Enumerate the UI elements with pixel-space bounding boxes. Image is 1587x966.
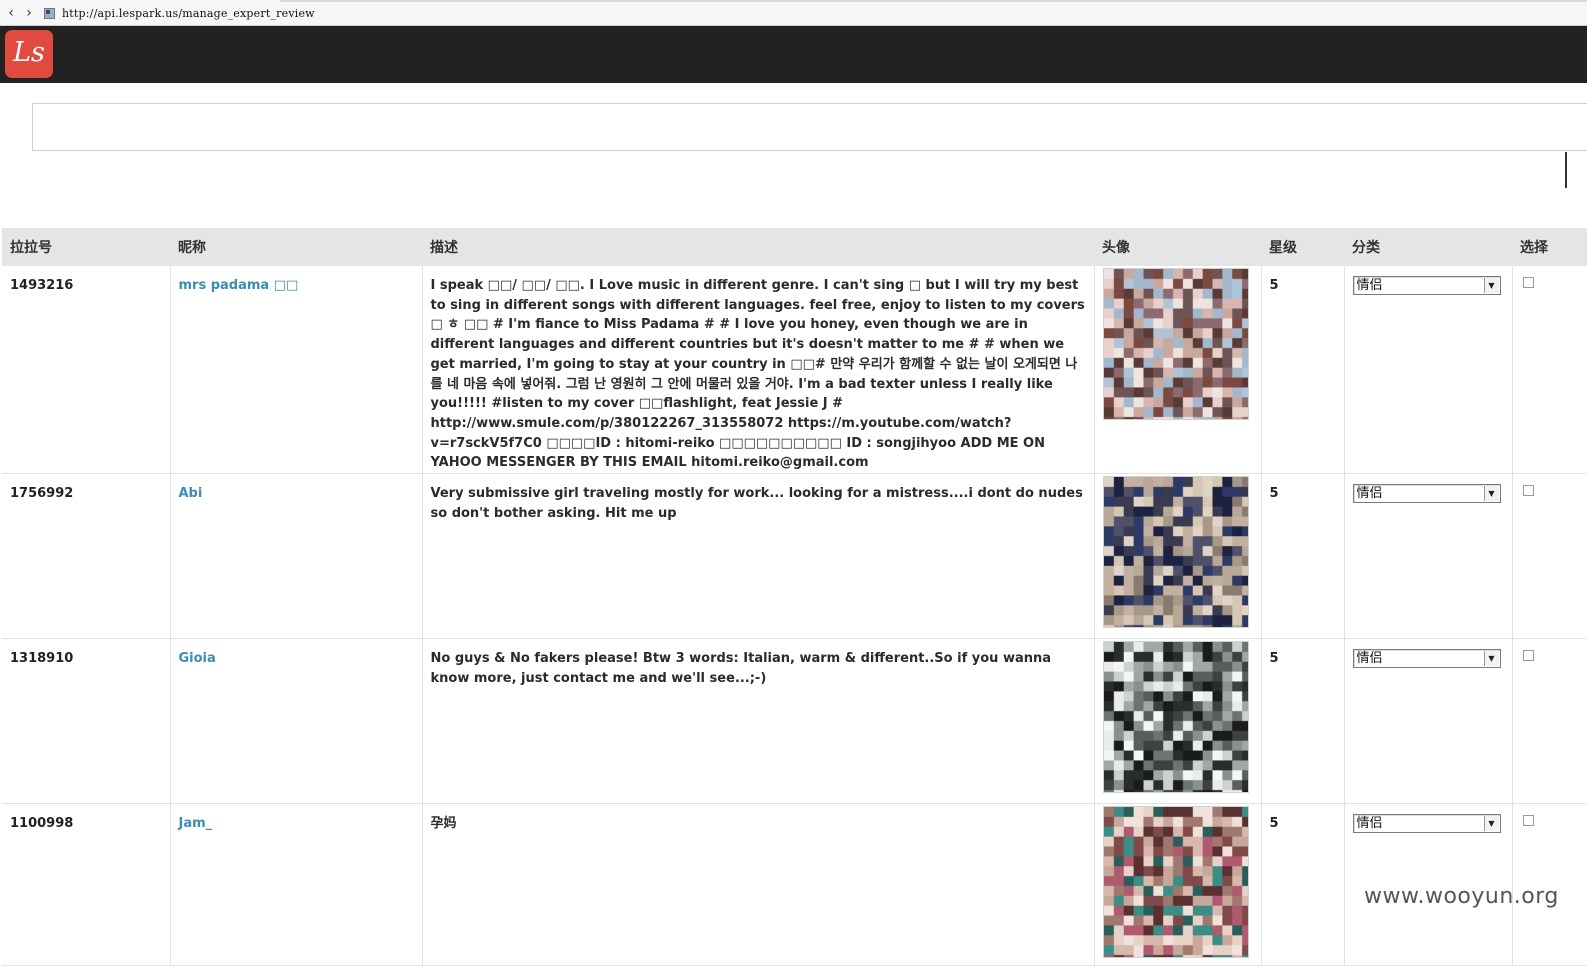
header-avatar: 头像 <box>1094 228 1261 266</box>
avatar-image[interactable] <box>1102 476 1249 629</box>
category-select-value: 情侣 <box>1356 651 1383 667</box>
row-select-checkbox[interactable] <box>1522 485 1534 497</box>
cell-avatar <box>1094 803 1262 966</box>
cell-description: Very submissive girl traveling mostly fo… <box>422 473 1095 640</box>
chevron-down-icon[interactable]: ▼ <box>1483 651 1499 667</box>
category-select-value: 情侣 <box>1356 278 1383 293</box>
cell-id: 1756992 <box>2 473 171 640</box>
nickname-link[interactable]: Gioia <box>179 651 216 666</box>
page-favicon-icon <box>44 8 55 19</box>
category-select[interactable]: 情侣 ▼ <box>1352 649 1501 669</box>
header-category: 分类 <box>1344 228 1512 266</box>
back-arrow-icon[interactable]: ‹ <box>3 4 19 22</box>
row-select-checkbox[interactable] <box>1522 277 1534 288</box>
cell-nickname: Jam_ <box>170 803 423 966</box>
cell-select <box>1512 638 1587 805</box>
avatar-image[interactable] <box>1102 641 1249 794</box>
table-row: 1100998 Jam_ 孕妈 5 情侣 ▼ <box>2 803 1587 966</box>
avatar-image[interactable] <box>1102 806 1249 959</box>
cell-category: 情侣 ▼ <box>1344 473 1513 640</box>
cell-nickname: mrs padama □□ <box>170 266 423 475</box>
category-select[interactable]: 情侣 ▼ <box>1352 276 1501 295</box>
header-description: 描述 <box>422 228 1094 266</box>
cell-avatar <box>1094 638 1262 805</box>
chevron-down-icon[interactable]: ▼ <box>1483 816 1499 832</box>
lespark-logo[interactable]: Ls <box>5 30 53 78</box>
table-header-row: 拉拉号 昵称 描述 头像 星级 分类 选择 <box>2 228 1587 266</box>
cell-category: 情侣 ▼ <box>1344 266 1513 475</box>
header-select: 选择 <box>1512 228 1587 266</box>
url-field[interactable]: http://api.lespark.us/manage_expert_revi… <box>62 7 315 20</box>
cell-avatar <box>1094 266 1262 475</box>
table-row: 1318910 Gioia No guys & No fakers please… <box>2 638 1587 805</box>
row-select-checkbox[interactable] <box>1522 650 1534 662</box>
top-header <box>0 26 1587 83</box>
cell-description: No guys & No fakers please! Btw 3 words:… <box>422 638 1095 805</box>
avatar-image[interactable] <box>1102 268 1249 420</box>
cell-id: 1493216 <box>2 266 171 475</box>
nickname-link[interactable]: Abi <box>179 486 203 501</box>
cell-stars: 5 <box>1261 803 1345 966</box>
table-row: 1493216 mrs padama □□ I speak □□/ □□/ □□… <box>2 266 1587 475</box>
scroll-edge-marker <box>1565 152 1567 188</box>
search-input[interactable] <box>33 104 1587 150</box>
header-stars: 星级 <box>1261 228 1344 266</box>
nickname-link[interactable]: mrs padama □□ <box>179 278 299 293</box>
chevron-down-icon[interactable]: ▼ <box>1483 278 1499 293</box>
cell-stars: 5 <box>1261 638 1345 805</box>
cell-id: 1100998 <box>2 803 171 966</box>
cell-avatar <box>1094 473 1262 640</box>
row-select-checkbox[interactable] <box>1522 815 1534 827</box>
cell-stars: 5 <box>1261 266 1345 475</box>
watermark: www.wooyun.org <box>1364 884 1559 909</box>
header-nickname: 昵称 <box>170 228 422 266</box>
cell-select <box>1512 266 1587 475</box>
category-select[interactable]: 情侣 ▼ <box>1352 814 1501 834</box>
cell-id: 1318910 <box>2 638 171 805</box>
tab-strip-line <box>280 0 1587 2</box>
cell-stars: 5 <box>1261 473 1345 640</box>
cell-category: 情侣 ▼ <box>1344 638 1513 805</box>
header-id: 拉拉号 <box>2 228 170 266</box>
cell-select <box>1512 473 1587 640</box>
forward-arrow-icon[interactable]: › <box>21 4 37 22</box>
nickname-link[interactable]: Jam_ <box>179 816 213 831</box>
expert-review-table: 拉拉号 昵称 描述 头像 星级 分类 选择 1493216 mrs padama… <box>2 228 1587 966</box>
cell-description: 孕妈 <box>422 803 1095 966</box>
cell-description: I speak □□/ □□/ □□. I Love music in diff… <box>422 266 1095 475</box>
address-bar: ‹ › http://api.lespark.us/manage_expert_… <box>0 0 1587 26</box>
cell-nickname: Abi <box>170 473 423 640</box>
search-box[interactable] <box>32 103 1587 151</box>
table-row: 1756992 Abi Very submissive girl traveli… <box>2 473 1587 640</box>
category-select[interactable]: 情侣 ▼ <box>1352 484 1501 504</box>
chevron-down-icon[interactable]: ▼ <box>1483 486 1499 502</box>
category-select-value: 情侣 <box>1356 816 1383 832</box>
cell-nickname: Gioia <box>170 638 423 805</box>
category-select-value: 情侣 <box>1356 486 1383 502</box>
